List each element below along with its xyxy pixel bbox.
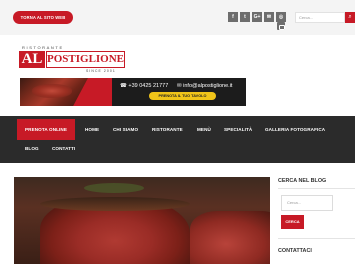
blog-hero-image[interactable] xyxy=(14,177,270,264)
logo-name[interactable]: POSTIGLIONE xyxy=(46,51,125,68)
header-banner: ☎ +39 0425 21777 ✉ info@alpostiglione.it… xyxy=(20,78,246,106)
nav-item-chi-siamo[interactable]: CHI SIAMO xyxy=(113,127,138,132)
steak-image-main xyxy=(40,197,190,264)
top-search-input[interactable]: Cerca... xyxy=(295,12,345,23)
nav-item-home[interactable]: HOME xyxy=(85,127,99,132)
nav-item-ristorante[interactable]: RISTORANTE xyxy=(152,127,183,132)
twitter-icon[interactable]: t xyxy=(240,12,250,22)
banner-email[interactable]: ✉ info@alpostiglione.it xyxy=(177,83,232,89)
back-to-website-button[interactable]: TORNA AL SITO WEB xyxy=(13,11,73,24)
instagram-icon[interactable]: ◎ xyxy=(276,12,286,22)
blog-search-button[interactable]: CERCA xyxy=(281,215,304,229)
nav-item-menu[interactable]: MENÙ xyxy=(197,127,211,132)
sidebar-divider-2 xyxy=(278,238,355,239)
nav-item-galleria-fotografica[interactable]: GALLERIA FOTOGRAFICA xyxy=(265,127,325,132)
banner-phone[interactable]: ☎ +39 0425 21777 xyxy=(120,83,168,89)
nav-item-blog[interactable]: BLOG xyxy=(25,146,39,151)
blog-search-input[interactable]: Cerca... xyxy=(281,195,333,211)
logo-tagline: RISTORANTE xyxy=(22,45,64,50)
herb-garnish xyxy=(84,183,144,193)
search-blog-title: CERCA NEL BLOG xyxy=(278,178,327,184)
google-plus-icon[interactable]: G+ xyxy=(252,12,262,22)
book-table-button[interactable]: PRENOTA IL TUO TAVOLO xyxy=(149,92,216,100)
logo-al-block[interactable]: AL xyxy=(19,51,45,68)
mail-icon[interactable]: ✉ xyxy=(264,12,274,22)
contacts-title: CONTATTACI xyxy=(278,248,312,254)
nav-item-contatti[interactable]: CONTATTI xyxy=(52,146,75,151)
steak-image-side xyxy=(190,211,270,264)
window-icon[interactable] xyxy=(277,22,285,30)
nav-item-specialita[interactable]: SPECIALITÀ xyxy=(224,127,252,132)
logo-since: SINCE 2001 xyxy=(86,69,116,73)
sidebar-divider xyxy=(278,188,355,189)
nav-item-prenota-online[interactable]: PRENOTA ONLINE xyxy=(25,127,67,132)
top-search-icon[interactable]: ⌕ xyxy=(345,12,355,23)
facebook-icon[interactable]: f xyxy=(228,12,238,22)
